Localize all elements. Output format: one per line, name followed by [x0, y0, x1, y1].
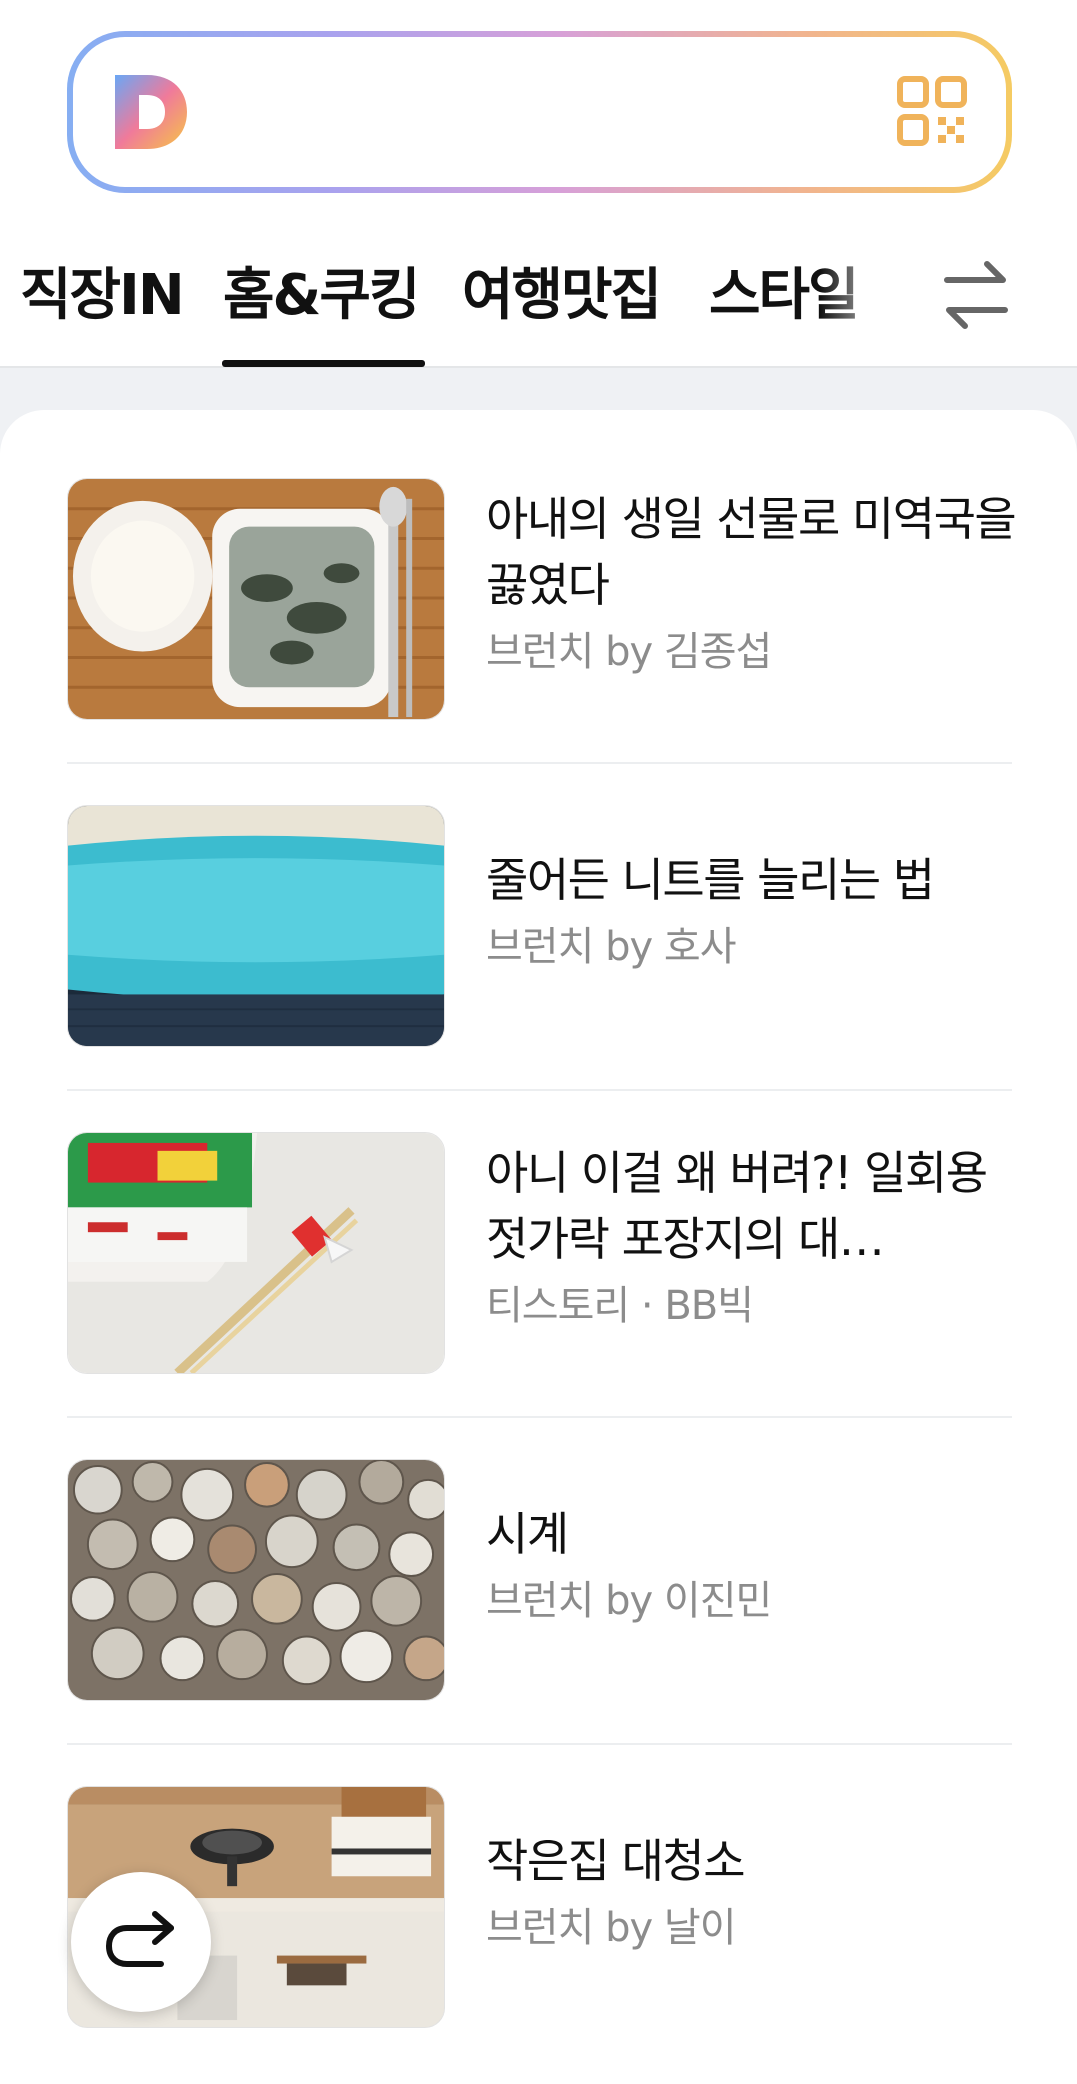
article-text[interactable]: 시계 브런치 by 이진민 — [486, 1501, 1016, 1629]
article-text[interactable]: 아니 이걸 왜 버려?! 일회용 젓가락 포장지의 대… 티스토리 · BB빅 — [486, 1140, 1016, 1334]
divider — [67, 1089, 1012, 1091]
article-title[interactable]: 시계 — [486, 1501, 1016, 1567]
page: 직장IN 홈&쿠킹 여행맛집 스타일 아내의 생일 선물로 미역국을 끓였다 브… — [0, 0, 1077, 2084]
qr-code-icon[interactable] — [896, 75, 968, 147]
article-text[interactable]: 줄어든 니트를 늘리는 법 브런치 by 호사 — [486, 847, 1016, 975]
tab-home-cooking[interactable]: 홈&쿠킹 — [223, 250, 420, 331]
article-thumbnail[interactable] — [67, 1459, 445, 1701]
list-item[interactable]: 줄어든 니트를 늘리는 법 브런치 by 호사 — [67, 805, 1012, 1049]
share-arrow-icon — [106, 1911, 174, 1967]
search-bar-inner[interactable] — [73, 37, 1006, 187]
list-item[interactable]: 아니 이걸 왜 버려?! 일회용 젓가락 포장지의 대… 티스토리 · BB빅 — [67, 1132, 1012, 1376]
list-item[interactable]: 아내의 생일 선물로 미역국을 끓였다 브런치 by 김종섭 — [67, 478, 1016, 722]
category-tabs: 직장IN 홈&쿠킹 여행맛집 스타일 — [0, 230, 1077, 368]
tab-work[interactable]: 직장IN — [20, 250, 185, 331]
tab-travel-food[interactable]: 여행맛집 — [462, 250, 662, 331]
article-source: 티스토리 · BB빅 — [486, 1283, 754, 1329]
article-source: 브런치 by 호사 — [486, 924, 737, 970]
divider — [67, 762, 1012, 764]
article-thumbnail[interactable] — [67, 805, 445, 1047]
share-button[interactable] — [71, 1872, 211, 2012]
swap-arrows-icon[interactable] — [941, 258, 1011, 332]
article-title[interactable]: 아내의 생일 선물로 미역국을 끓였다 — [486, 486, 1016, 618]
divider — [67, 1743, 1012, 1745]
article-thumbnail[interactable] — [67, 478, 445, 720]
article-title[interactable]: 작은집 대청소 — [486, 1828, 1016, 1894]
article-source: 브런치 by 이진민 — [486, 1578, 772, 1624]
article-thumbnail[interactable] — [67, 1132, 445, 1374]
article-title[interactable]: 아니 이걸 왜 버려?! 일회용 젓가락 포장지의 대… — [486, 1140, 1016, 1272]
article-title[interactable]: 줄어든 니트를 늘리는 법 — [486, 847, 1016, 913]
article-source: 브런치 by 날이 — [486, 1905, 737, 1951]
article-text[interactable]: 작은집 대청소 브런치 by 날이 — [486, 1828, 1016, 1956]
divider — [67, 1416, 1012, 1418]
list-item[interactable]: 시계 브런치 by 이진민 — [67, 1459, 1012, 1703]
list-item[interactable]: 작은집 대청소 브런치 by 날이 — [67, 1786, 1012, 2030]
daum-d-logo-icon[interactable] — [111, 71, 191, 153]
active-tab-indicator — [222, 360, 425, 367]
article-text[interactable]: 아내의 생일 선물로 미역국을 끓였다 브런치 by 김종섭 — [486, 486, 1016, 680]
article-source: 브런치 by 김종섭 — [486, 629, 772, 675]
search-bar[interactable] — [67, 31, 1012, 193]
